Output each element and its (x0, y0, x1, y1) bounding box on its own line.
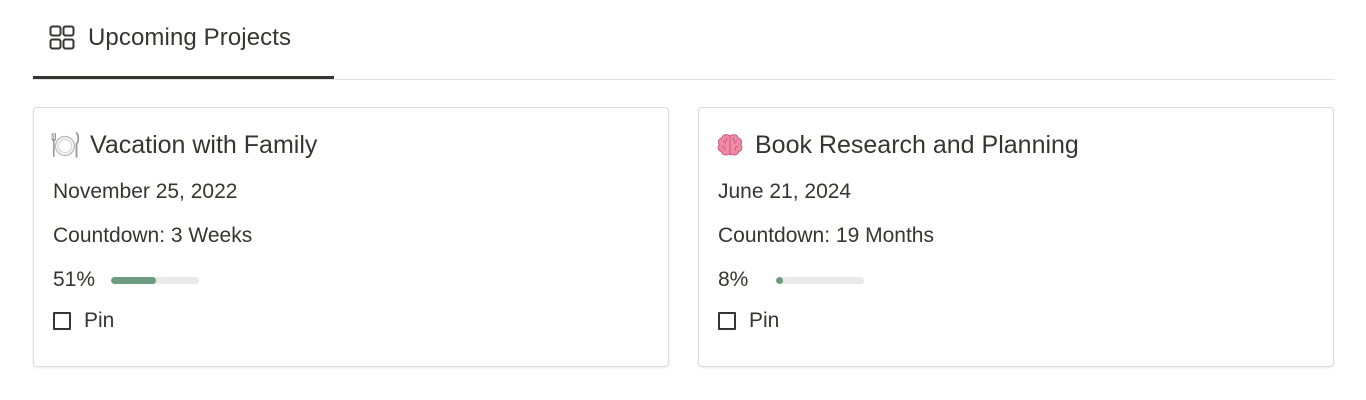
date-property: November 25, 2022 (53, 180, 238, 203)
progress-property: 8% (718, 268, 864, 292)
pin-property: Pin (718, 309, 779, 333)
tab-label: Upcoming Projects (88, 24, 292, 51)
progress-percent: 8% (718, 268, 749, 291)
progress-bar-track (776, 276, 864, 284)
pin-label: Pin (84, 309, 115, 332)
date-property: June 21, 2024 (718, 180, 852, 203)
pin-property: Pin (53, 309, 114, 333)
pin-checkbox[interactable] (53, 312, 71, 330)
progress-bar-fill (111, 276, 156, 284)
gallery-view: Upcoming Projects Vacation with Family N… (0, 0, 1366, 400)
progress-percent: 51% (53, 268, 96, 291)
countdown-property: Countdown: 3 Weeks (53, 224, 253, 247)
card-title-text: Vacation with Family (90, 130, 318, 159)
countdown-property: Countdown: 19 Months (718, 224, 934, 247)
project-card[interactable]: Vacation with Family November 25, 2022 C… (33, 107, 669, 367)
pin-checkbox[interactable] (718, 312, 736, 330)
tab-upcoming-projects[interactable]: Upcoming Projects (33, 0, 334, 79)
view-tab-bar: Upcoming Projects (33, 0, 1335, 80)
gallery-grid-icon (49, 25, 75, 51)
pin-label: Pin (749, 309, 780, 332)
plate-cutlery-icon (50, 130, 80, 160)
project-card[interactable]: Book Research and Planning June 21, 2024… (698, 107, 1334, 367)
card-title-text: Book Research and Planning (755, 130, 1079, 159)
progress-property: 51% (53, 268, 199, 292)
progress-bar-track (111, 276, 199, 284)
card-title: Vacation with Family (50, 128, 317, 162)
brain-icon (715, 130, 745, 160)
progress-bar-fill (776, 276, 784, 284)
card-title: Book Research and Planning (715, 128, 1079, 162)
